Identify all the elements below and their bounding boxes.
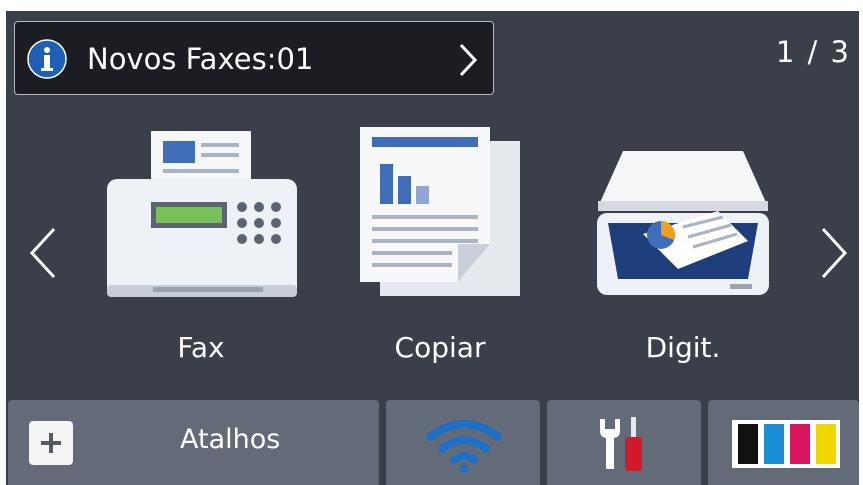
- wifi-icon: [426, 420, 502, 473]
- scan-label: Digit.: [645, 331, 721, 364]
- scroll-left-arrow[interactable]: [28, 226, 58, 280]
- scan-button[interactable]: Digit.: [583, 119, 783, 379]
- copy-document-icon: [360, 127, 520, 296]
- ink-cartridge-icon: [732, 420, 840, 468]
- shortcuts-button[interactable]: Atalhos: [8, 400, 379, 485]
- shortcuts-label: Atalhos: [180, 424, 281, 455]
- page-indicator: 1 / 3: [775, 35, 851, 69]
- fax-label: Fax: [177, 331, 225, 364]
- new-fax-notification[interactable]: Novos Faxes:01: [14, 21, 494, 95]
- plus-icon: [29, 421, 73, 465]
- wifi-button[interactable]: [386, 400, 540, 485]
- notification-text: Novos Faxes:01: [87, 42, 314, 76]
- scanner-icon: [597, 151, 769, 295]
- ink-button[interactable]: [708, 400, 859, 485]
- chevron-right-icon: [459, 43, 478, 77]
- fax-machine-icon: [107, 131, 297, 297]
- fax-button[interactable]: Fax: [101, 119, 301, 379]
- tools-icon: [600, 417, 642, 471]
- touchscreen: Novos Faxes:01 1 / 3 Fax Copiar Digit. A…: [6, 11, 859, 485]
- copy-label: Copiar: [394, 331, 486, 364]
- copy-button[interactable]: Copiar: [340, 119, 540, 379]
- scroll-right-arrow[interactable]: [819, 226, 849, 280]
- info-icon: [27, 39, 67, 79]
- settings-button[interactable]: [547, 400, 701, 485]
